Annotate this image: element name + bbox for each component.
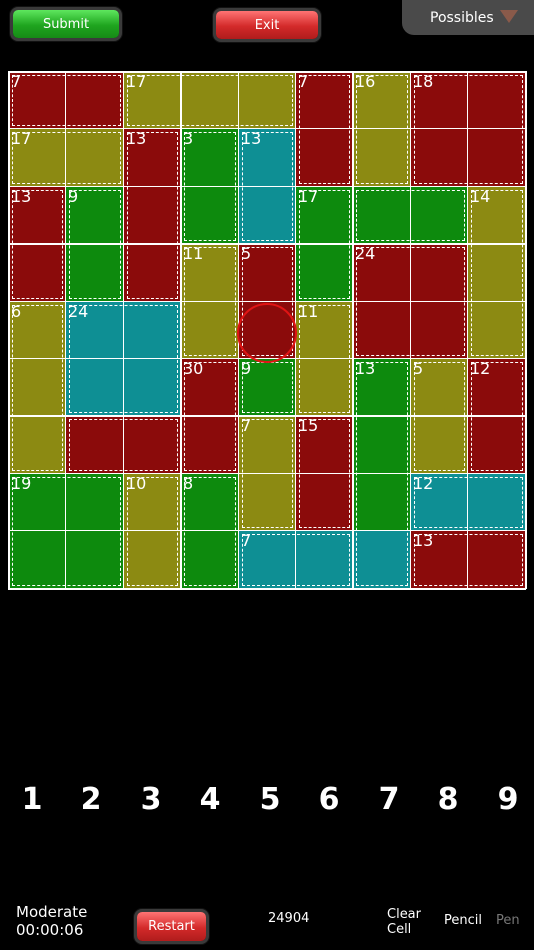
exit-button[interactable]: Exit xyxy=(216,11,318,39)
cage-outline xyxy=(12,305,63,471)
number-button-6[interactable]: 6 xyxy=(309,782,349,817)
cage-sum: 13 xyxy=(126,129,147,148)
number-button-3[interactable]: 3 xyxy=(131,782,171,817)
cage-outline xyxy=(414,362,465,471)
cage-sum: 18 xyxy=(413,72,434,91)
cage-outline xyxy=(12,477,121,586)
cage-sum: 7 xyxy=(241,416,252,435)
cage-sum: 3 xyxy=(183,129,194,148)
clear-cell-label-line1: Clear xyxy=(387,907,421,922)
cage-outline xyxy=(127,477,178,586)
number-button-5[interactable]: 5 xyxy=(250,782,290,817)
cage-sum: 30 xyxy=(183,359,204,378)
cage-sum: 7 xyxy=(298,72,309,91)
cage-sum: 17 xyxy=(11,129,32,148)
possibles-dropdown[interactable]: Possibles xyxy=(402,0,534,35)
cage-outline xyxy=(299,190,350,299)
cage-outline xyxy=(471,362,523,471)
cage-outline xyxy=(69,190,121,299)
puzzle-id: 24904 xyxy=(268,911,310,926)
cage-sum: 11 xyxy=(298,302,319,321)
cage-sum: 9 xyxy=(241,359,252,378)
number-button-1[interactable]: 1 xyxy=(12,782,52,817)
cage-sum: 9 xyxy=(68,187,79,206)
cage-sum: 8 xyxy=(183,474,194,493)
cage-sum: 5 xyxy=(241,244,252,263)
cage-outline xyxy=(184,247,236,356)
cage-outline xyxy=(471,190,523,356)
cage-outline xyxy=(414,75,523,184)
difficulty-label: Moderate xyxy=(16,903,88,921)
cage-outline xyxy=(12,190,63,299)
cage-outline xyxy=(242,132,293,241)
clear-cell-button[interactable]: Clear Cell xyxy=(387,907,421,937)
cage-sum: 17 xyxy=(126,72,147,91)
cage-outline xyxy=(242,534,350,586)
cage-outline xyxy=(356,190,465,241)
grid-line-vertical xyxy=(352,71,354,589)
pencil-mode-button[interactable]: Pencil xyxy=(444,913,482,928)
grid-line-vertical xyxy=(180,71,182,589)
cage-outline xyxy=(127,75,293,126)
possibles-label: Possibles xyxy=(430,9,494,26)
cage-outline xyxy=(127,132,178,299)
cage-sum: 15 xyxy=(298,416,319,435)
cage-outline xyxy=(69,305,178,413)
triangle-down-icon xyxy=(500,10,518,23)
cage-outline xyxy=(184,132,236,241)
cage-outline xyxy=(184,362,236,471)
cage-outline xyxy=(299,419,350,528)
sudoku-board: 7 17 7 16 18 17 13 3 13 13 9 17 14 11 5 24 6 24 11 30 9 13 5 12… xyxy=(8,71,527,590)
cage-sum: 10 xyxy=(126,474,147,493)
cage-sum: 13 xyxy=(355,359,376,378)
number-button-9[interactable]: 9 xyxy=(488,782,528,817)
grid-line-vertical xyxy=(8,71,10,589)
cage-outline xyxy=(356,75,408,184)
cage-sum: 14 xyxy=(470,187,491,206)
cage-sum: 13 xyxy=(241,129,262,148)
number-button-8[interactable]: 8 xyxy=(428,782,468,817)
cage-sum: 12 xyxy=(413,474,434,493)
cage-sum: 16 xyxy=(355,72,376,91)
cage-sum: 17 xyxy=(298,187,319,206)
timer: 00:00:06 xyxy=(16,921,84,939)
number-button-4[interactable]: 4 xyxy=(190,782,230,817)
cage-outline xyxy=(184,477,236,586)
cage-sum: 13 xyxy=(11,187,32,206)
cage-sum: 6 xyxy=(11,302,22,321)
cage-outline xyxy=(69,419,178,471)
cage-sum: 13 xyxy=(413,531,434,550)
cage-outline xyxy=(242,419,293,528)
cage-sum: 12 xyxy=(470,359,491,378)
cage-sum: 24 xyxy=(355,244,376,263)
cage-outline xyxy=(299,75,350,184)
cage-sum: 7 xyxy=(11,72,22,91)
grid-line-horizontal xyxy=(8,71,526,73)
cage-sum: 11 xyxy=(183,244,204,263)
number-pad: 123456789 xyxy=(0,782,534,822)
submit-button[interactable]: Submit xyxy=(13,10,119,38)
clear-cell-label-line2: Cell xyxy=(387,922,412,937)
cage-sum: 7 xyxy=(241,531,252,550)
restart-button[interactable]: Restart xyxy=(137,912,206,941)
cage-sum: 5 xyxy=(413,359,424,378)
number-button-7[interactable]: 7 xyxy=(369,782,409,817)
cage-outline xyxy=(356,247,465,356)
cage-outline xyxy=(12,75,121,126)
cage-sum: 24 xyxy=(68,302,89,321)
cage-outline xyxy=(299,305,350,413)
cage-outline xyxy=(356,362,408,586)
cage-sum: 19 xyxy=(11,474,32,493)
pen-mode-button[interactable]: Pen xyxy=(496,913,520,928)
number-button-2[interactable]: 2 xyxy=(71,782,111,817)
grid-line-vertical xyxy=(525,71,527,589)
grid-line-horizontal xyxy=(8,588,526,590)
